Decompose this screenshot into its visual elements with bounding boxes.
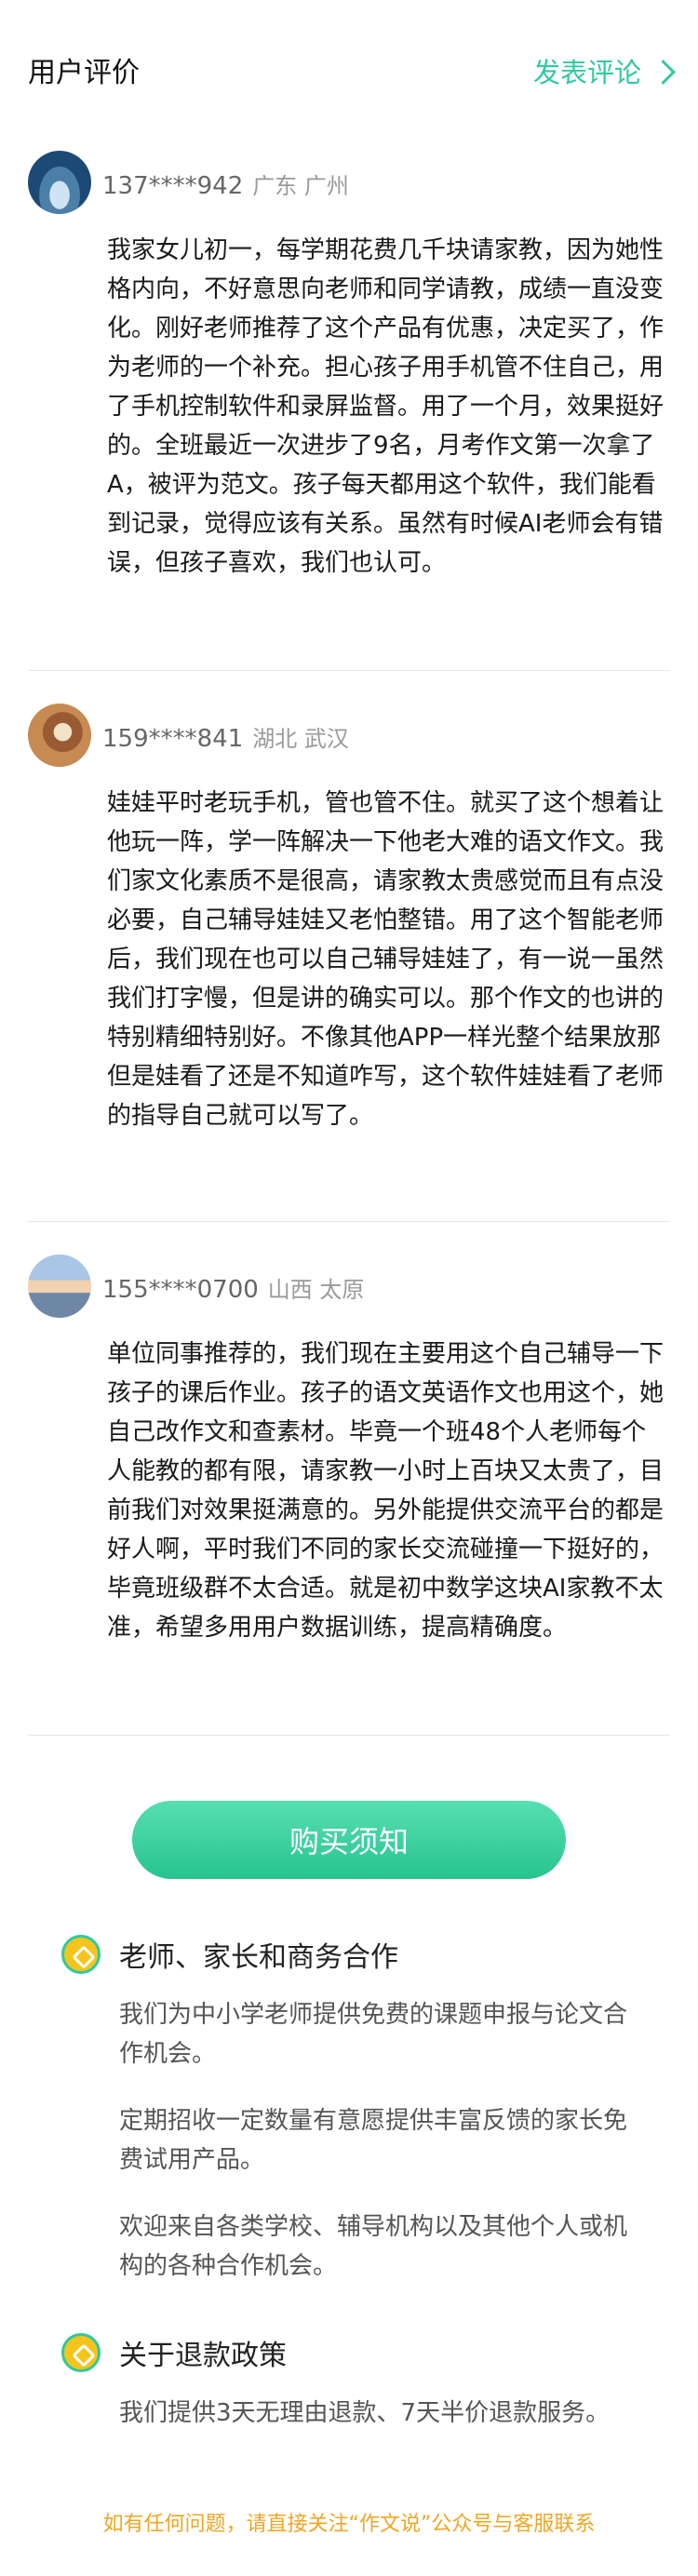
post-review-button[interactable]: 发表评论 [532,51,676,90]
reviewer-name: 155****0700 [102,1276,259,1304]
review-header: 155****0700 山西 太原 [28,1254,670,1320]
contact-footer: 如有任何问题，请直接关注“作文说”公众号与客服联系 [102,2513,596,2536]
section-header: 老师、家长和商务合作 [61,1934,638,1975]
section-paragraph: 定期招收一定数量有意愿提供丰富反馈的家长免费试用产品。 [119,2107,628,2174]
reviewer: 137****942 广东 广州 [102,168,349,200]
review-item: 155****0700 山西 太原 单位同事推荐的，我们现在主要用这个自己辅导一下… [28,1254,670,1647]
chevron-right-icon [651,59,676,85]
review-header: 137****942 广东 广州 [28,151,670,216]
section-header: 关于退款政策 [61,2332,638,2373]
reviewer-location: 山西 太原 [267,1277,365,1303]
reviewer: 155****0700 山西 太原 [102,1271,364,1304]
refund-section: 关于退款政策 我们提供3天无理由退款、7天半价退款服务。 [61,2332,638,2433]
section-paragraph: 我们为中小学老师提供免费的课题申报与论文合作机会。 [119,2001,628,2068]
review-text: 我家女儿初一，每学期花费几千块请家教，因为她性格内向，不好意思向老师和同学请教，… [107,236,664,577]
reviewer-name: 137****942 [102,172,244,200]
review-header: 159****841 湖北 武汉 [28,704,670,769]
avatar [28,151,91,214]
avatar [28,1254,91,1318]
section-paragraph: 欢迎来自各类学校、辅导机构以及其他个人或机构的各种合作机会。 [119,2213,628,2280]
section-title: 老师、家长和商务合作 [119,1941,398,1974]
purchase-notice-button[interactable]: 购买须知 [132,1801,566,1879]
review-text: 单位同事推荐的，我们现在主要用这个自己辅导一下孩子的课后作业。孩子的语文英语作文… [107,1340,664,1642]
page-title: 用户评价 [28,57,140,89]
cooperation-section: 老师、家长和商务合作 我们为中小学老师提供免费的课题申报与论文合作机会。 定期招… [61,1934,638,2286]
header: 用户评价 发表评论 [0,0,698,140]
review-item: 137****942 广东 广州 我家女儿初一，每学期花费几千块请家教，因为她性格… [28,151,670,583]
section-paragraph: 我们提供3天无理由退款、7天半价退款服务。 [119,2399,611,2427]
section-title: 关于退款政策 [119,2340,287,2372]
divider [28,670,670,671]
reviewer: 159****841 湖北 武汉 [102,720,349,753]
post-review-label: 发表评论 [532,57,641,88]
review-text: 娃娃平时老玩手机，管也管不住。就买了这个想着让他玩一阵，学一阵解决一下他老大难的… [107,789,664,1130]
reviewer-location: 湖北 武汉 [252,726,349,752]
compass-icon [61,2333,101,2372]
compass-icon [61,1935,101,1974]
avatar [28,704,91,767]
divider [28,1735,670,1736]
divider [28,1221,670,1222]
reviewer-name: 159****841 [102,725,244,753]
reviewer-location: 广东 广州 [252,173,349,199]
review-item: 159****841 湖北 武汉 娃娃平时老玩手机，管也管不住。就买了这个想着让他… [28,704,670,1135]
